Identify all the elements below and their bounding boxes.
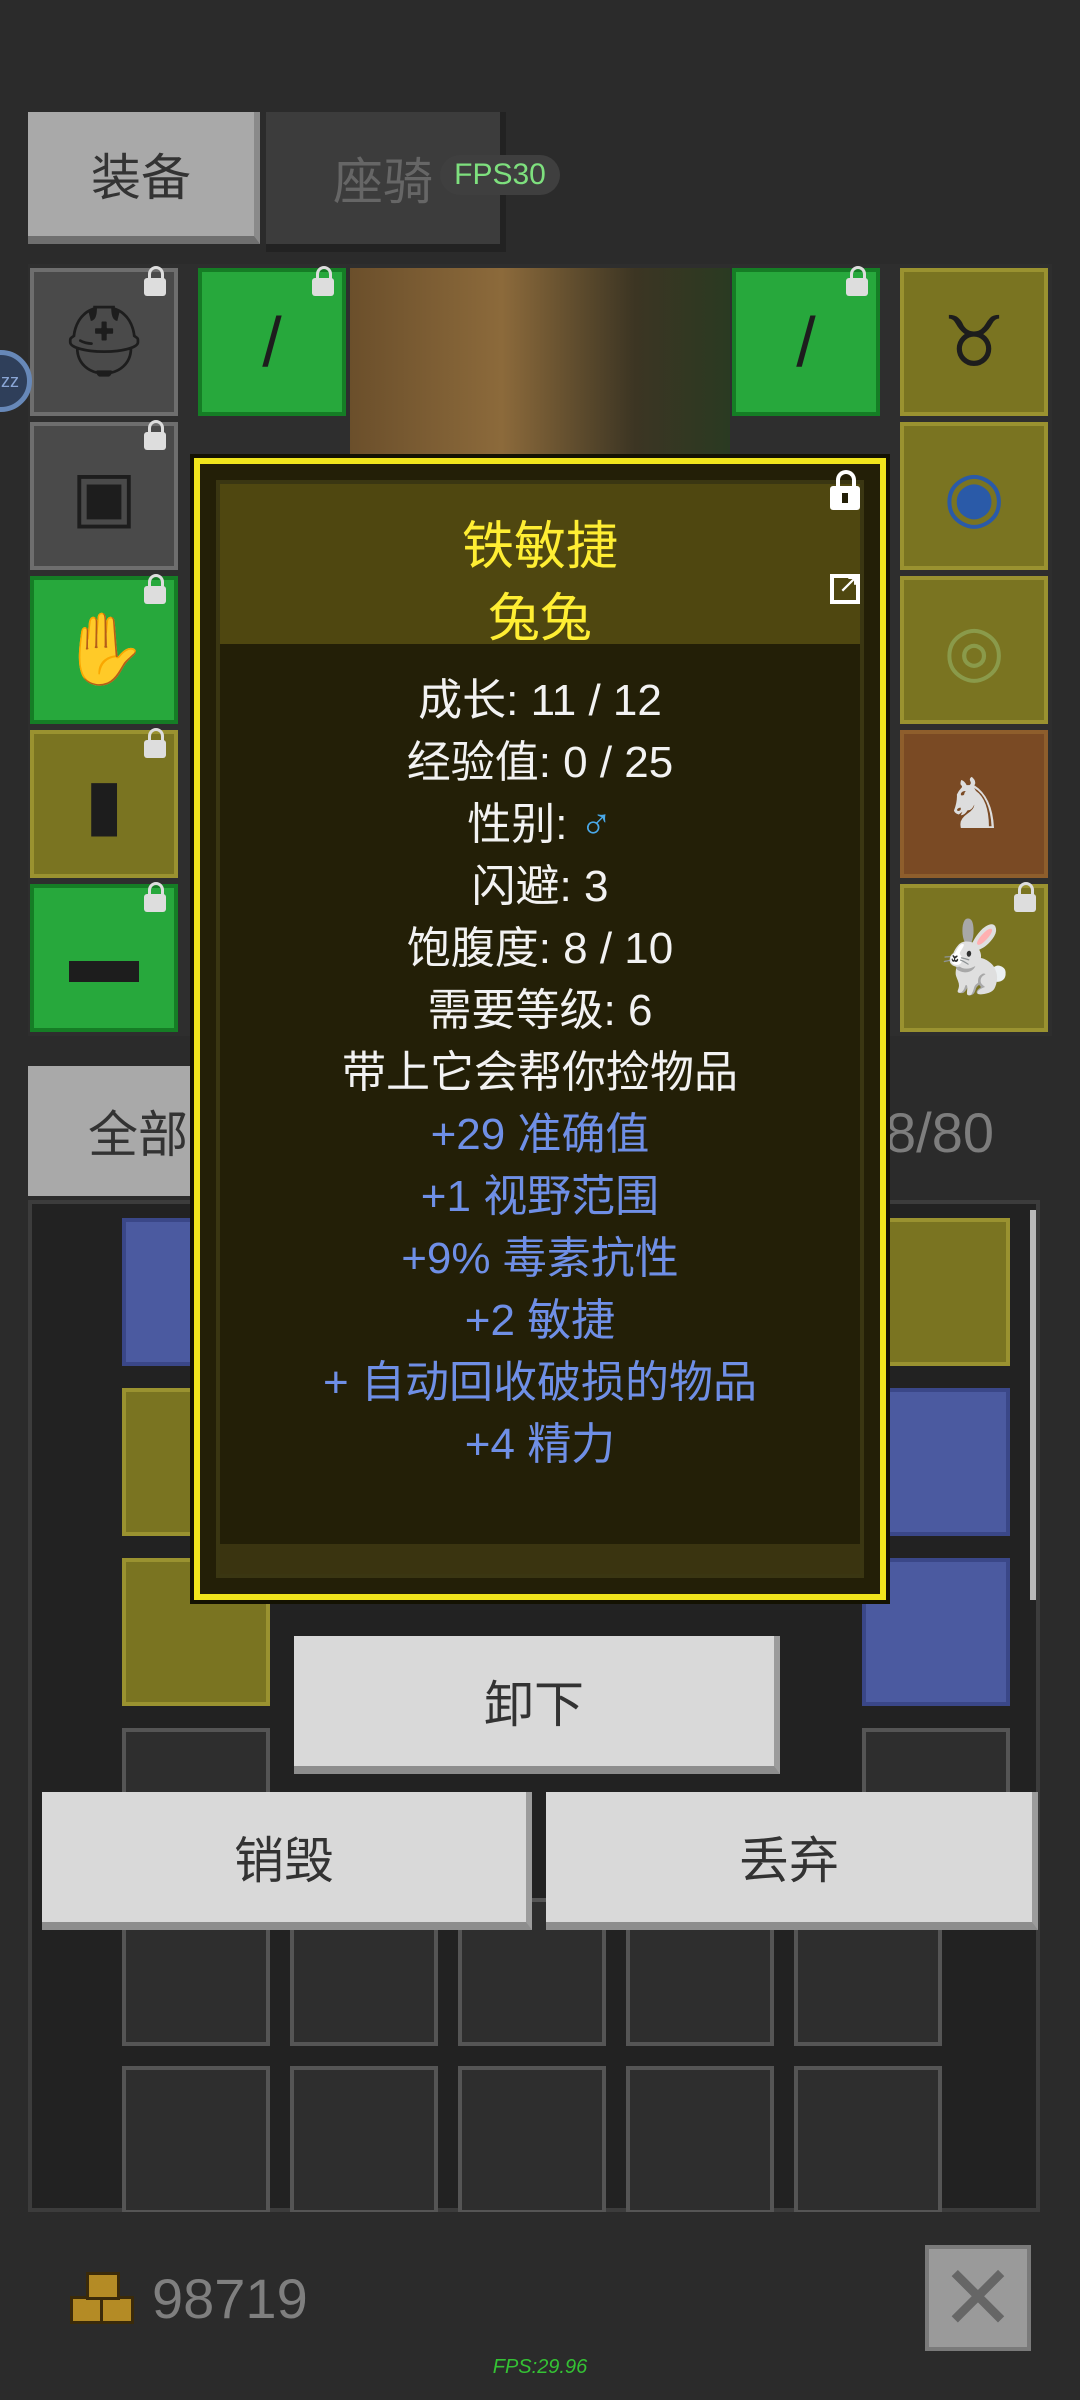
lock-icon	[144, 420, 166, 450]
gold-amount: 98719	[152, 2267, 308, 2330]
item-subtitle: 兔兔	[487, 590, 592, 648]
equip-slot-weapon-right[interactable]: /	[732, 266, 880, 416]
destroy-button[interactable]: 销毁	[42, 1792, 532, 1930]
stat-description: 带上它会帮你捡物品	[342, 1048, 738, 1097]
unicorn-icon: ♞	[942, 765, 1006, 843]
equip-slot-armor[interactable]: ▣	[30, 420, 178, 570]
close-button[interactable]: ✕	[925, 2245, 1031, 2351]
rabbit-icon: 🐇	[930, 918, 1018, 996]
lock-icon	[144, 574, 166, 604]
item-title: 铁敏捷	[461, 518, 618, 576]
ring-green-icon: ◎	[943, 611, 1005, 689]
filter-all-label: 全部	[88, 1107, 188, 1163]
bonus-accuracy: +29 准确值	[430, 1110, 650, 1159]
fps-badge: FPS30	[440, 155, 560, 195]
lock-icon	[144, 728, 166, 758]
inventory-count: 8/80	[885, 1101, 994, 1164]
character-scene	[350, 268, 730, 468]
lock-icon	[144, 266, 166, 296]
fps-footer: FPS:29.96	[492, 2356, 588, 2378]
equip-slot-ring2[interactable]: ◎	[900, 576, 1048, 724]
gender-label: 性别:	[467, 800, 568, 849]
bonus-energy: +4 精力	[464, 1420, 616, 1469]
lock-icon	[312, 266, 334, 296]
lock-icon[interactable]	[830, 470, 860, 510]
equip-slot-mount[interactable]: ♞	[900, 730, 1048, 878]
cloak-icon: ▬	[69, 919, 139, 997]
inventory-slot[interactable]	[794, 2066, 942, 2214]
male-icon: ♂	[579, 800, 613, 849]
equip-slot-helmet[interactable]: ⛑	[30, 266, 178, 416]
close-icon: ✕	[940, 2248, 1016, 2349]
inventory-scrollbar[interactable]	[1030, 1210, 1036, 1600]
ring-blue-icon: ◉	[943, 457, 1005, 535]
stat-dodge: 闪避: 3	[471, 862, 609, 911]
helmet-icon: ⛑	[59, 302, 149, 380]
equip-slot-boots[interactable]: ▮	[30, 728, 178, 878]
sword-icon: /	[796, 303, 816, 381]
stat-exp: 经验值: 0 / 25	[406, 738, 674, 787]
inventory-slot[interactable]	[626, 2066, 774, 2214]
stat-gender: 性别: ♂	[200, 788, 880, 852]
inventory-slot[interactable]	[122, 2066, 270, 2214]
lock-icon	[1014, 882, 1036, 912]
gloves-icon: ✋	[60, 610, 148, 688]
unequip-button[interactable]: 卸下	[294, 1636, 780, 1774]
discard-button[interactable]: 丢弃	[546, 1792, 1038, 1930]
bonus-vision: +1 视野范围	[420, 1172, 660, 1221]
equip-slot-weapon-left[interactable]: /	[198, 266, 346, 416]
stat-satiety: 饱腹度: 8 / 10	[406, 924, 674, 973]
armor-icon: ▣	[70, 457, 138, 535]
bonus-agility: +2 敏捷	[464, 1296, 616, 1345]
equip-slot-gloves[interactable]: ✋	[30, 574, 178, 724]
stat-required-level: 需要等级: 6	[427, 986, 653, 1035]
stat-growth: 成长: 11 / 12	[418, 676, 662, 725]
equip-slot-amulet[interactable]: ♉	[900, 268, 1048, 416]
bonus-auto-recycle: + 自动回收破损的物品	[323, 1358, 757, 1407]
popup-footer	[220, 1544, 860, 1574]
tab-equipment[interactable]: 装备	[28, 112, 260, 244]
equip-slot-ring1[interactable]: ◉	[900, 422, 1048, 570]
indicator-text: zz	[1, 370, 19, 391]
equip-slot-pet[interactable]: 🐇	[900, 882, 1048, 1032]
bonus-poison-resist: +9% 毒素抗性	[401, 1234, 679, 1283]
sword-icon: /	[262, 303, 282, 381]
inventory-slot[interactable]	[290, 2066, 438, 2214]
lock-icon	[144, 882, 166, 912]
equip-slot-cloak[interactable]: ▬	[30, 882, 178, 1032]
export-icon[interactable]	[830, 568, 860, 604]
item-detail-popup: 铁敏捷 兔兔 成长: 11 / 12 经验值: 0 / 25 性别: ♂ 闪避:…	[190, 454, 890, 1604]
boots-icon: ▮	[84, 765, 124, 843]
amulet-icon: ♉	[942, 303, 1006, 381]
inventory-slot[interactable]	[458, 2066, 606, 2214]
lock-icon	[846, 266, 868, 296]
gold-icon	[70, 2272, 134, 2324]
